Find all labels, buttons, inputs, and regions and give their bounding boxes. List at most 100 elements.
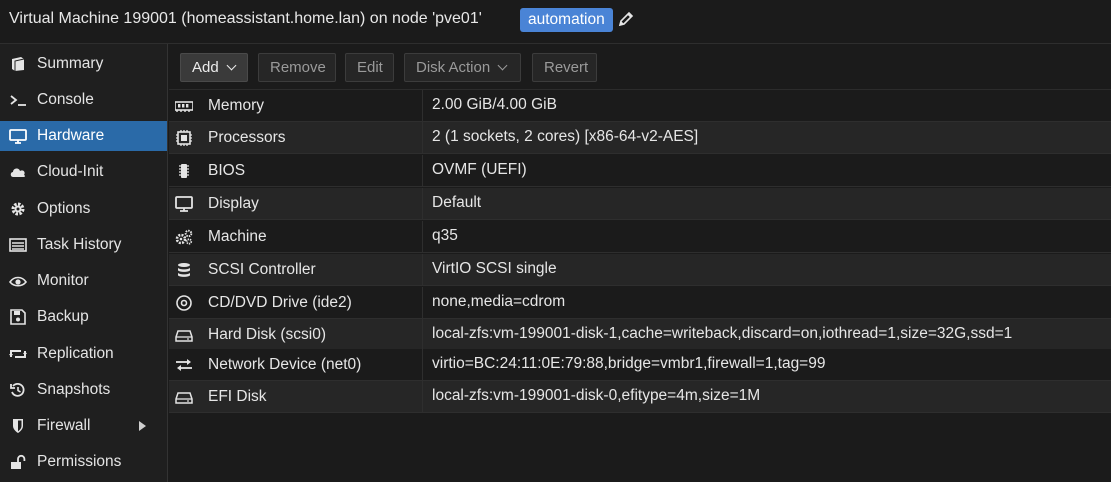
unlock-icon — [11, 454, 26, 469]
page-title: Virtual Machine 199001 (homeassistant.ho… — [9, 10, 482, 27]
monitor-icon — [9, 129, 27, 144]
sidebar-item-replication[interactable]: Replication — [0, 339, 167, 369]
exchange-icon — [176, 359, 192, 371]
column-divider — [422, 221, 423, 252]
table-row-hard-disk[interactable]: Hard Disk (scsi0) local-zfs:vm-199001-di… — [169, 319, 1111, 351]
row-value: local-zfs:vm-199001-disk-1,cache=writeba… — [432, 325, 1013, 342]
disk-action-button-label: Disk Action — [416, 59, 491, 76]
sidebar-item-firewall[interactable]: Firewall — [0, 411, 167, 441]
row-value: local-zfs:vm-199001-disk-0,efitype=4m,si… — [432, 387, 761, 404]
cpu-icon — [176, 130, 192, 146]
list-icon — [9, 238, 27, 252]
edit-button[interactable]: Edit — [345, 53, 394, 82]
row-value: OVMF (UEFI) — [432, 161, 527, 178]
sidebar-item-summary[interactable]: Summary — [0, 49, 167, 79]
sidebar-item-label: Firewall — [37, 417, 91, 434]
sidebar-item-task-history[interactable]: Task History — [0, 230, 167, 260]
sidebar-item-label: Console — [37, 91, 94, 108]
eye-icon — [9, 276, 27, 287]
row-name: Machine — [208, 228, 267, 245]
shield-icon — [13, 419, 23, 433]
sidebar-item-label: Task History — [37, 236, 122, 253]
cdrom-icon — [176, 295, 192, 311]
add-button[interactable]: Add — [180, 53, 248, 82]
pencil-icon[interactable] — [617, 10, 635, 28]
chevron-down-icon — [226, 60, 237, 71]
sidebar-item-label: Permissions — [37, 453, 122, 470]
sidebar-item-label: Replication — [37, 345, 114, 362]
sidebar-item-monitor[interactable]: Monitor — [0, 266, 167, 296]
add-button-label: Add — [192, 59, 219, 76]
row-name: Display — [208, 195, 259, 212]
hdd-icon — [175, 392, 193, 404]
tag-badge[interactable]: automation — [520, 8, 613, 32]
gear-icon — [11, 202, 25, 216]
table-row-display[interactable]: Display Default — [169, 188, 1111, 220]
row-name: Network Device (net0) — [208, 356, 362, 373]
row-name: BIOS — [208, 162, 246, 179]
table-row-memory[interactable]: Memory 2.00 GiB/4.00 GiB — [169, 90, 1111, 122]
revert-button[interactable]: Revert — [532, 53, 597, 82]
table-row-cdrom[interactable]: CD/DVD Drive (ide2) none,media=cdrom — [169, 287, 1111, 319]
table-row-efi-disk[interactable]: EFI Disk local-zfs:vm-199001-disk-0,efit… — [169, 381, 1111, 413]
sidebar-item-label: Options — [37, 200, 91, 217]
column-divider — [422, 319, 423, 350]
column-divider — [422, 349, 423, 380]
history-icon — [10, 382, 25, 397]
row-value: 2.00 GiB/4.00 GiB — [432, 96, 557, 113]
sidebar-item-hardware[interactable]: Hardware — [0, 121, 167, 151]
chevron-down-icon — [497, 60, 508, 71]
cloud-icon — [10, 168, 26, 177]
sidebar-item-cloud-init[interactable]: Cloud-Init — [0, 157, 167, 187]
table-row-machine[interactable]: Machine q35 — [169, 221, 1111, 253]
toolbar: Add Remove Edit Disk Action Revert — [169, 44, 1111, 90]
revert-button-label: Revert — [544, 59, 589, 76]
memory-icon — [175, 101, 193, 112]
remove-button[interactable]: Remove — [258, 53, 336, 82]
sidebar-item-label: Cloud-Init — [37, 163, 104, 180]
table-row-scsi-controller[interactable]: SCSI Controller VirtIO SCSI single — [169, 254, 1111, 286]
sidebar-item-label: Backup — [37, 308, 89, 325]
row-value: VirtIO SCSI single — [432, 260, 557, 277]
column-divider — [422, 287, 423, 318]
column-divider — [422, 381, 423, 412]
sidebar-item-options[interactable]: Options — [0, 194, 167, 224]
sidebar-item-label: Summary — [37, 55, 104, 72]
row-name: SCSI Controller — [208, 261, 316, 278]
row-name: Hard Disk (scsi0) — [208, 326, 326, 343]
row-name: CD/DVD Drive (ide2) — [208, 294, 352, 311]
edit-button-label: Edit — [357, 59, 383, 76]
database-icon — [178, 263, 190, 277]
column-divider — [422, 254, 423, 285]
hdd-icon — [175, 330, 193, 342]
table-row-processors[interactable]: Processors 2 (1 sockets, 2 cores) [x86-6… — [169, 122, 1111, 154]
sidebar-item-backup[interactable]: Backup — [0, 302, 167, 332]
submenu-arrow-icon[interactable] — [139, 421, 146, 431]
disk-action-button[interactable]: Disk Action — [404, 53, 521, 82]
row-name: Memory — [208, 97, 264, 114]
row-name: EFI Disk — [208, 388, 267, 405]
sidebar-item-console[interactable]: Console — [0, 85, 167, 115]
desktop-icon — [175, 196, 193, 212]
sidebar-item-label: Snapshots — [37, 381, 111, 398]
microchip-icon — [179, 164, 189, 178]
table-row-network-device[interactable]: Network Device (net0) virtio=BC:24:11:0E… — [169, 349, 1111, 381]
sidebar: Summary Console Hardware Cloud-Init Opti… — [0, 44, 168, 482]
row-value: 2 (1 sockets, 2 cores) [x86-64-v2-AES] — [432, 128, 699, 145]
row-value: none,media=cdrom — [432, 293, 566, 310]
table-row-bios[interactable]: BIOS OVMF (UEFI) — [169, 155, 1111, 187]
sidebar-item-permissions[interactable]: Permissions — [0, 447, 167, 477]
sidebar-item-snapshots[interactable]: Snapshots — [0, 375, 167, 405]
sidebar-item-label: Hardware — [37, 127, 105, 144]
floppy-icon — [10, 309, 26, 325]
column-divider — [422, 155, 423, 186]
row-name: Processors — [208, 129, 286, 146]
row-value: q35 — [432, 227, 458, 244]
column-divider — [422, 122, 423, 153]
column-divider — [422, 90, 423, 121]
column-divider — [422, 188, 423, 219]
page-header: Virtual Machine 199001 (homeassistant.ho… — [0, 0, 1111, 44]
row-value: virtio=BC:24:11:0E:79:88,bridge=vmbr1,fi… — [432, 355, 826, 372]
sidebar-item-label: Monitor — [37, 272, 89, 289]
row-value: Default — [432, 194, 482, 211]
